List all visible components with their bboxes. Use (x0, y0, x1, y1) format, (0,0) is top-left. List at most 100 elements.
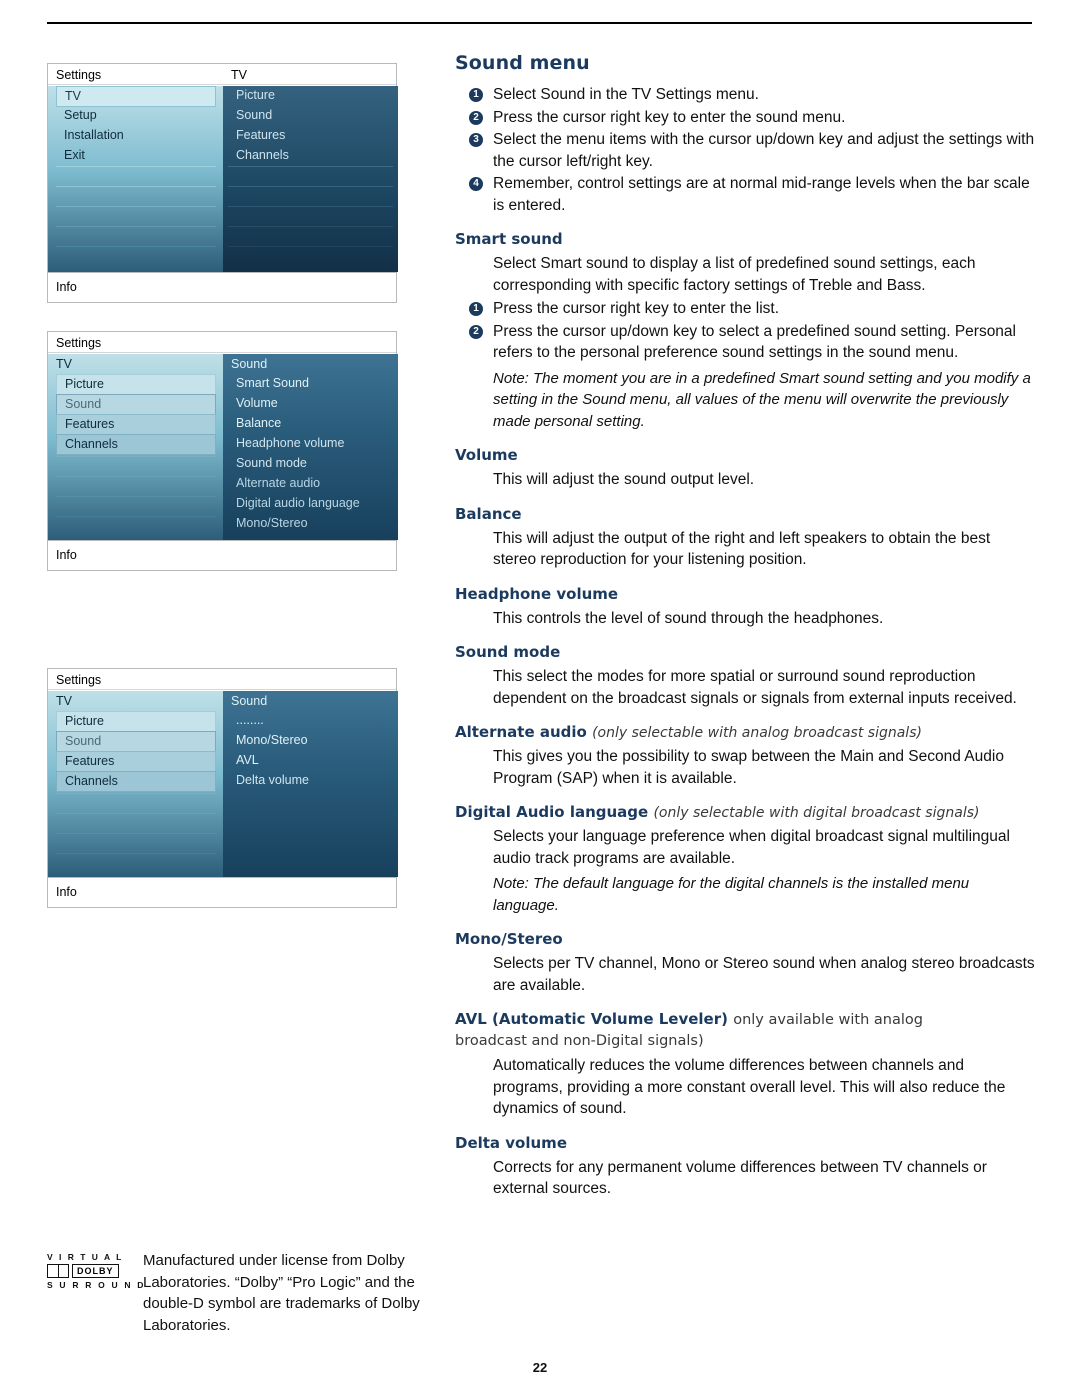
menu1-right-divider-3 (228, 206, 393, 207)
menu1-left-divider-3 (56, 206, 216, 207)
heading-alternate-audio: Alternate audio (only selectable with an… (455, 723, 1035, 741)
heading-mono-stereo: Mono/Stereo (455, 930, 563, 948)
step-number-1: 1 (469, 302, 483, 316)
menu1-right-divider-4 (228, 226, 393, 227)
menu3-top-header: Settings (56, 673, 102, 687)
page-title: Sound menu (455, 52, 590, 74)
text-delta-volume: Corrects for any permanent volume differ… (493, 1158, 987, 1198)
note-digital-audio-language: Note: The default language for the digit… (493, 875, 970, 914)
menu3-left-item-features[interactable]: Features (56, 751, 216, 772)
menu2-right-item-volume[interactable]: Volume (228, 394, 396, 413)
intro-steps-list: 1 Select Sound in the TV Settings menu. 2… (455, 84, 1035, 216)
menu1-right-divider-1 (228, 166, 393, 167)
text-avl: Automatically reduces the volume differe… (493, 1057, 1006, 1117)
menu1-right-item-channels[interactable]: Channels (228, 146, 393, 165)
menu2-right-header: Sound (231, 357, 268, 371)
menu2-left-item-channels[interactable]: Channels (56, 434, 216, 455)
dolby-logo: V I R T U A L DOLBY S U R R O U N D (47, 1252, 143, 1290)
intro-step-1: 1 Select Sound in the TV Settings menu. (455, 84, 1035, 106)
menu3-left-item-sound[interactable]: Sound (56, 731, 216, 752)
note-smart-sound: Note: The moment you are in a predefined… (493, 369, 1031, 430)
step-number-3: 3 (469, 133, 483, 147)
menu3-right-header: Sound (231, 694, 268, 708)
heading-avl-note2: broadcast and non-Digital signals) (455, 1033, 704, 1049)
menu3-right-item-delta-volume[interactable]: Delta volume (228, 771, 396, 790)
step-number-4: 4 (469, 177, 483, 191)
menu2-right-item-balance[interactable]: Balance (228, 414, 396, 433)
step-number-2: 2 (469, 110, 483, 125)
heading-volume: Volume (455, 446, 518, 464)
text-alternate-audio: This gives you the possibility to swap b… (493, 748, 1004, 787)
menu2-right-item-mono-stereo[interactable]: Mono/Stereo (228, 514, 396, 533)
text-volume: This will adjust the sound output level. (493, 471, 755, 488)
menu3-right-item-avl[interactable]: AVL (228, 751, 396, 770)
menu3-right-item-ellipsis[interactable]: ........ (228, 711, 396, 730)
menu2-right-item-alternate-audio[interactable]: Alternate audio (228, 474, 396, 493)
smart-sound-steps-list: 1 Press the cursor right key to enter the… (455, 298, 1035, 364)
menu1-right-divider-2 (228, 186, 393, 187)
menu1-right-divider-5 (228, 246, 393, 247)
text-balance: This will adjust the output of the right… (493, 529, 991, 569)
text-smart-sound-intro: Select Smart sound to display a list of … (493, 255, 976, 294)
menu3-left-item-picture[interactable]: Picture (56, 711, 216, 732)
menu1-left-divider-1 (56, 166, 216, 167)
menu1-left-item-tv[interactable]: TV (56, 86, 216, 107)
heading-avl-main: AVL (Automatic Volume Leveler) (455, 1010, 728, 1028)
menu1-left-divider-4 (56, 226, 216, 227)
menu2-left-header: TV (56, 357, 72, 371)
heading-alternate-audio-note: (only selectable with analog broadcast s… (592, 725, 922, 741)
heading-avl-note: only available with analog (733, 1012, 923, 1028)
heading-avl: AVL (Automatic Volume Leveler) only avai… (455, 1010, 1035, 1028)
menu3-info-bar: Info (48, 877, 396, 907)
heading-sound-mode: Sound mode (455, 643, 561, 661)
dolby-virtual-label: V I R T U A L (47, 1252, 124, 1262)
menu1-right-item-picture[interactable]: Picture (228, 86, 393, 105)
step-number-1: 1 (469, 88, 483, 102)
menu2-left-item-sound[interactable]: Sound (56, 394, 216, 415)
menu1-left-item-setup[interactable]: Setup (56, 106, 216, 125)
menu1-left-item-installation[interactable]: Installation (56, 126, 216, 145)
menu2-right-item-digital-audio-language[interactable]: Digital audio language (228, 494, 396, 513)
tv-menu-mockup-3: Settings TV Sound Picture Sound Features… (47, 668, 398, 908)
intro-step-2: 2 Press the cursor right key to enter the… (455, 107, 1035, 129)
menu2-right-item-sound-mode[interactable]: Sound mode (228, 454, 396, 473)
menu1-right-header: TV (231, 68, 247, 82)
double-d-icon (47, 1264, 69, 1278)
menu2-left-item-features[interactable]: Features (56, 414, 216, 435)
menu3-right-item-mono-stereo[interactable]: Mono/Stereo (228, 731, 396, 750)
menu2-left-divider-1 (56, 456, 216, 457)
dolby-wordmark: DOLBY (72, 1264, 119, 1278)
menu3-left-header: TV (56, 694, 72, 708)
tv-menu-mockup-1: Settings TV TV Setup Installation Exit P… (47, 63, 398, 303)
menu1-left-item-exit[interactable]: Exit (56, 146, 216, 165)
heading-smart-sound: Smart sound (455, 230, 563, 248)
dolby-double-d-row: DOLBY (47, 1264, 139, 1278)
intro-step-2-text: Press the cursor right key to enter the … (493, 108, 846, 126)
smart-sound-step-1-text: Press the cursor right key to enter the … (493, 300, 780, 317)
heading-digital-audio-language: Digital Audio language (only selectable … (455, 803, 1035, 821)
text-headphone-volume: This controls the level of sound through… (493, 609, 884, 627)
menu1-right-item-sound[interactable]: Sound (228, 106, 393, 125)
intro-step-4: 4 Remember, control settings are at norma… (455, 173, 1035, 216)
menu2-right-item-headphone-volume[interactable]: Headphone volume (228, 434, 396, 453)
menu2-left-item-picture[interactable]: Picture (56, 374, 216, 395)
menu3-left-divider-1 (56, 793, 216, 794)
menu3-left-divider-3 (56, 833, 216, 834)
menu1-right-item-features[interactable]: Features (228, 126, 393, 145)
heading-digital-audio-language-main: Digital Audio language (455, 803, 649, 821)
step-number-2: 2 (469, 324, 483, 339)
dolby-license-text: Manufactured under license from Dolby La… (143, 1252, 420, 1334)
menu2-left-divider-4 (56, 516, 216, 517)
intro-step-1-text: Select Sound in the TV Settings menu. (493, 86, 759, 103)
text-mono-stereo: Selects per TV channel, Mono or Stereo s… (493, 955, 1035, 994)
menu3-left-item-channels[interactable]: Channels (56, 771, 216, 792)
smart-sound-step-2-text: Press the cursor up/down key to select a… (493, 322, 1016, 362)
menu1-left-header: Settings (56, 68, 102, 82)
document-page: Settings TV TV Setup Installation Exit P… (0, 0, 1080, 1397)
page-number: 22 (532, 1360, 548, 1375)
heading-digital-audio-language-note: (only selectable with digital broadcast … (653, 805, 980, 821)
menu2-right-item-smart-sound[interactable]: Smart Sound (228, 374, 396, 393)
menu3-left-divider-2 (56, 813, 216, 814)
tv-menu-mockup-2: Settings TV Sound Picture Sound Features… (47, 331, 398, 571)
heading-headphone-volume: Headphone volume (455, 584, 619, 603)
